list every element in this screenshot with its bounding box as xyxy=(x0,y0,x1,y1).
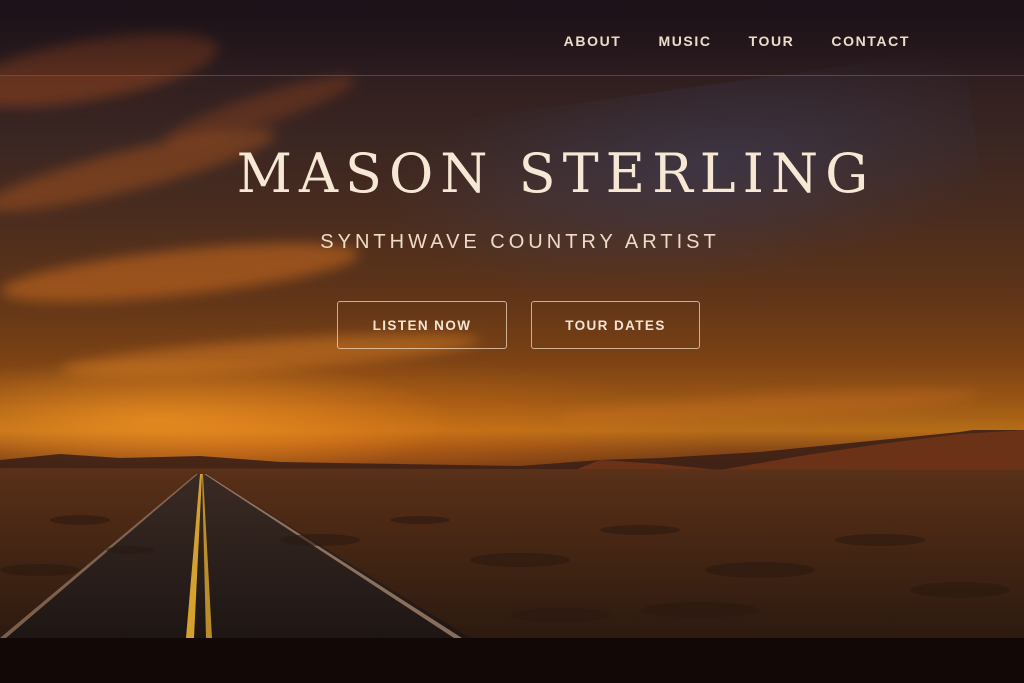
nav-link-music[interactable]: MUSIC xyxy=(658,33,711,49)
footer-band xyxy=(0,638,1024,683)
desert-highway-image xyxy=(0,430,1024,638)
nav-link-contact[interactable]: CONTACT xyxy=(831,33,910,49)
top-navigation-bar: ABOUT MUSIC TOUR CONTACT xyxy=(0,0,1024,76)
cloud xyxy=(559,384,981,428)
hero-section xyxy=(0,0,1024,638)
tour-dates-button[interactable]: TOUR DATES xyxy=(531,301,700,349)
nav-menu: ABOUT MUSIC TOUR CONTACT xyxy=(564,33,910,49)
nav-link-tour[interactable]: TOUR xyxy=(749,33,795,49)
listen-now-button[interactable]: LISTEN NOW xyxy=(337,301,507,349)
artist-name-heading: MASON STERLING xyxy=(236,142,876,205)
nav-link-about[interactable]: ABOUT xyxy=(564,33,622,49)
artist-tagline: SYNTHWAVE COUNTRY ARTIST xyxy=(320,231,720,253)
